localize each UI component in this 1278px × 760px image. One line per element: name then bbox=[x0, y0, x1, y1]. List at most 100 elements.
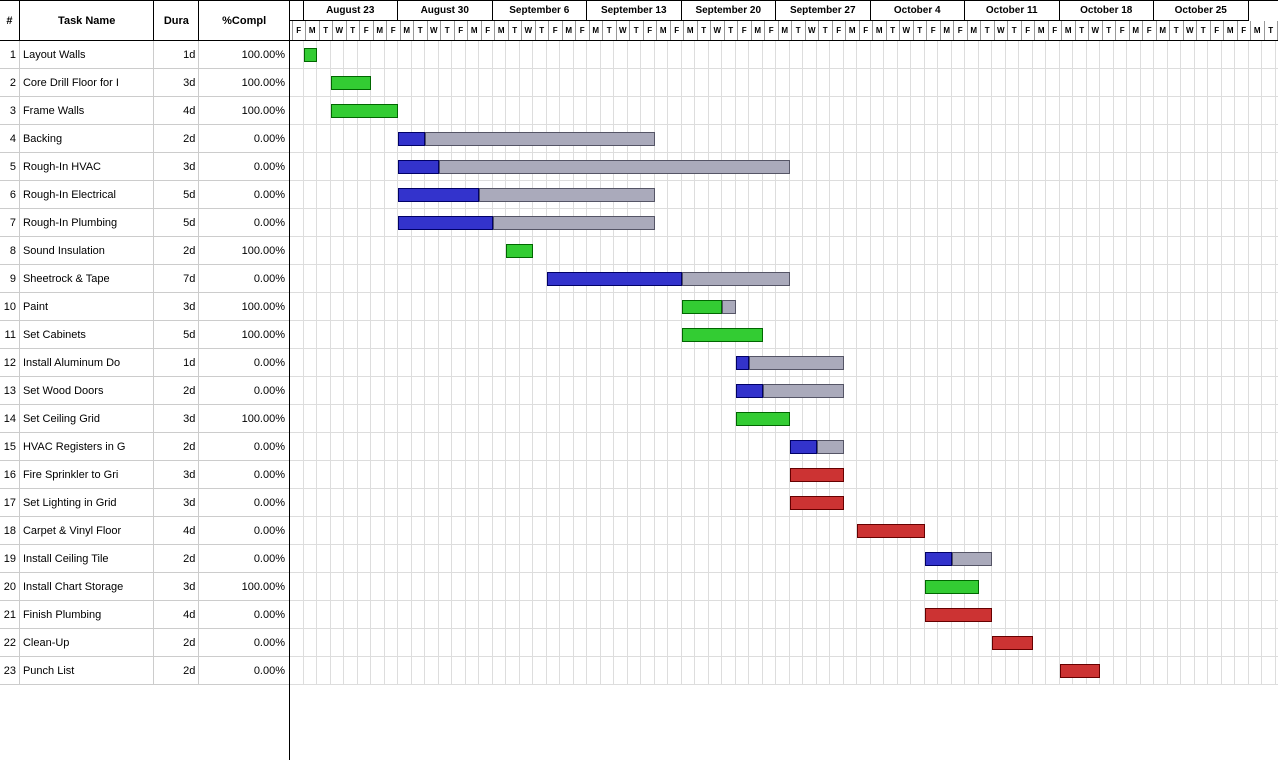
gantt-bar[interactable] bbox=[398, 132, 425, 146]
task-duration: 2d bbox=[154, 125, 199, 152]
gantt-bar[interactable] bbox=[925, 580, 979, 594]
day-header: M bbox=[1224, 21, 1238, 41]
table-row[interactable]: 19Install Ceiling Tile2d0.00% bbox=[0, 545, 289, 573]
table-row[interactable]: 16Fire Sprinkler to Gri3d0.00% bbox=[0, 461, 289, 489]
day-header: F bbox=[1022, 21, 1036, 41]
gantt-bar[interactable] bbox=[547, 272, 682, 286]
gantt-bar[interactable] bbox=[925, 552, 952, 566]
week-header: September 27 bbox=[776, 1, 871, 21]
gantt-bar[interactable] bbox=[790, 496, 844, 510]
task-completion: 0.00% bbox=[199, 517, 289, 544]
task-num: 23 bbox=[0, 657, 20, 684]
table-row[interactable]: 18Carpet & Vinyl Floor4d0.00% bbox=[0, 517, 289, 545]
task-duration: 2d bbox=[154, 657, 199, 684]
gantt-bar[interactable] bbox=[722, 300, 736, 314]
table-row[interactable]: 1Layout Walls1d100.00% bbox=[0, 41, 289, 69]
gantt-bar[interactable] bbox=[857, 524, 925, 538]
day-header: F bbox=[833, 21, 847, 41]
gantt-chart: # Task Name Dura %Compl 1Layout Walls1d1… bbox=[0, 0, 1278, 760]
gantt-bar[interactable] bbox=[479, 188, 655, 202]
gantt-bar[interactable] bbox=[749, 356, 844, 370]
task-completion: 0.00% bbox=[199, 349, 289, 376]
gantt-bar[interactable] bbox=[925, 608, 993, 622]
day-header: T bbox=[509, 21, 523, 41]
day-header: F bbox=[644, 21, 658, 41]
gantt-bar[interactable] bbox=[817, 440, 844, 454]
gantt-bar[interactable] bbox=[1060, 664, 1101, 678]
gantt-bar[interactable] bbox=[790, 440, 817, 454]
gantt-bar[interactable] bbox=[398, 216, 493, 230]
task-name: Set Lighting in Grid bbox=[20, 489, 155, 516]
gantt-bar[interactable] bbox=[425, 132, 655, 146]
table-row[interactable]: 4Backing2d0.00% bbox=[0, 125, 289, 153]
gantt-bar[interactable] bbox=[736, 356, 750, 370]
table-row[interactable]: 15HVAC Registers in G2d0.00% bbox=[0, 433, 289, 461]
day-header: F bbox=[549, 21, 563, 41]
day-header: F bbox=[738, 21, 752, 41]
gantt-bar[interactable] bbox=[736, 384, 763, 398]
gantt-bar[interactable] bbox=[493, 216, 655, 230]
task-completion: 0.00% bbox=[199, 545, 289, 572]
task-completion: 0.00% bbox=[199, 209, 289, 236]
gantt-bar[interactable] bbox=[992, 636, 1033, 650]
table-row[interactable]: 5Rough-In HVAC3d0.00% bbox=[0, 153, 289, 181]
gantt-bar[interactable] bbox=[790, 468, 844, 482]
gantt-row bbox=[290, 573, 1278, 601]
gantt-bar[interactable] bbox=[682, 272, 790, 286]
task-num: 4 bbox=[0, 125, 20, 152]
table-row[interactable]: 14Set Ceiling Grid3d100.00% bbox=[0, 405, 289, 433]
day-header: F bbox=[860, 21, 874, 41]
gantt-bar[interactable] bbox=[763, 384, 844, 398]
table-row[interactable]: 7Rough-In Plumbing5d0.00% bbox=[0, 209, 289, 237]
task-duration: 5d bbox=[154, 321, 199, 348]
task-num: 3 bbox=[0, 97, 20, 124]
table-row[interactable]: 12Install Aluminum Do1d0.00% bbox=[0, 349, 289, 377]
gantt-bar[interactable] bbox=[506, 244, 533, 258]
gantt-bar[interactable] bbox=[398, 188, 479, 202]
day-header: F bbox=[293, 21, 307, 41]
day-header: F bbox=[765, 21, 779, 41]
task-duration: 3d bbox=[154, 153, 199, 180]
day-header: W bbox=[333, 21, 347, 41]
day-header: T bbox=[630, 21, 644, 41]
gantt-bar[interactable] bbox=[736, 412, 790, 426]
task-duration: 4d bbox=[154, 601, 199, 628]
gantt-bar[interactable] bbox=[331, 104, 399, 118]
header-completion: %Compl bbox=[199, 1, 289, 40]
table-row[interactable]: 2Core Drill Floor for I3d100.00% bbox=[0, 69, 289, 97]
gantt-bar[interactable] bbox=[952, 552, 993, 566]
table-row[interactable]: 3Frame Walls4d100.00% bbox=[0, 97, 289, 125]
table-row[interactable]: 17Set Lighting in Grid3d0.00% bbox=[0, 489, 289, 517]
gantt-bar[interactable] bbox=[682, 328, 763, 342]
header-task-name: Task Name bbox=[20, 1, 155, 40]
day-header: F bbox=[954, 21, 968, 41]
table-row[interactable]: 10Paint3d100.00% bbox=[0, 293, 289, 321]
table-row[interactable]: 13Set Wood Doors2d0.00% bbox=[0, 377, 289, 405]
day-header: W bbox=[522, 21, 536, 41]
table-row[interactable]: 20Install Chart Storage3d100.00% bbox=[0, 573, 289, 601]
task-name: Carpet & Vinyl Floor bbox=[20, 517, 155, 544]
day-header: F bbox=[387, 21, 401, 41]
table-row[interactable]: 8Sound Insulation2d100.00% bbox=[0, 237, 289, 265]
task-completion: 0.00% bbox=[199, 433, 289, 460]
gantt-bar[interactable] bbox=[682, 300, 723, 314]
table-row[interactable]: 22Clean-Up2d0.00% bbox=[0, 629, 289, 657]
gantt-bar[interactable] bbox=[331, 76, 372, 90]
task-duration: 2d bbox=[154, 545, 199, 572]
day-header: T bbox=[725, 21, 739, 41]
task-num: 5 bbox=[0, 153, 20, 180]
gantt-bar[interactable] bbox=[439, 160, 790, 174]
table-row[interactable]: 6Rough-In Electrical5d0.00% bbox=[0, 181, 289, 209]
gantt-bar[interactable] bbox=[304, 48, 318, 62]
task-num: 14 bbox=[0, 405, 20, 432]
task-completion: 100.00% bbox=[199, 237, 289, 264]
task-num: 6 bbox=[0, 181, 20, 208]
day-header: F bbox=[1238, 21, 1252, 41]
task-completion: 0.00% bbox=[199, 125, 289, 152]
table-header: # Task Name Dura %Compl bbox=[0, 1, 289, 41]
table-row[interactable]: 23Punch List2d0.00% bbox=[0, 657, 289, 685]
table-row[interactable]: 21Finish Plumbing4d0.00% bbox=[0, 601, 289, 629]
gantt-bar[interactable] bbox=[398, 160, 439, 174]
table-row[interactable]: 11Set Cabinets5d100.00% bbox=[0, 321, 289, 349]
table-row[interactable]: 9Sheetrock & Tape7d0.00% bbox=[0, 265, 289, 293]
